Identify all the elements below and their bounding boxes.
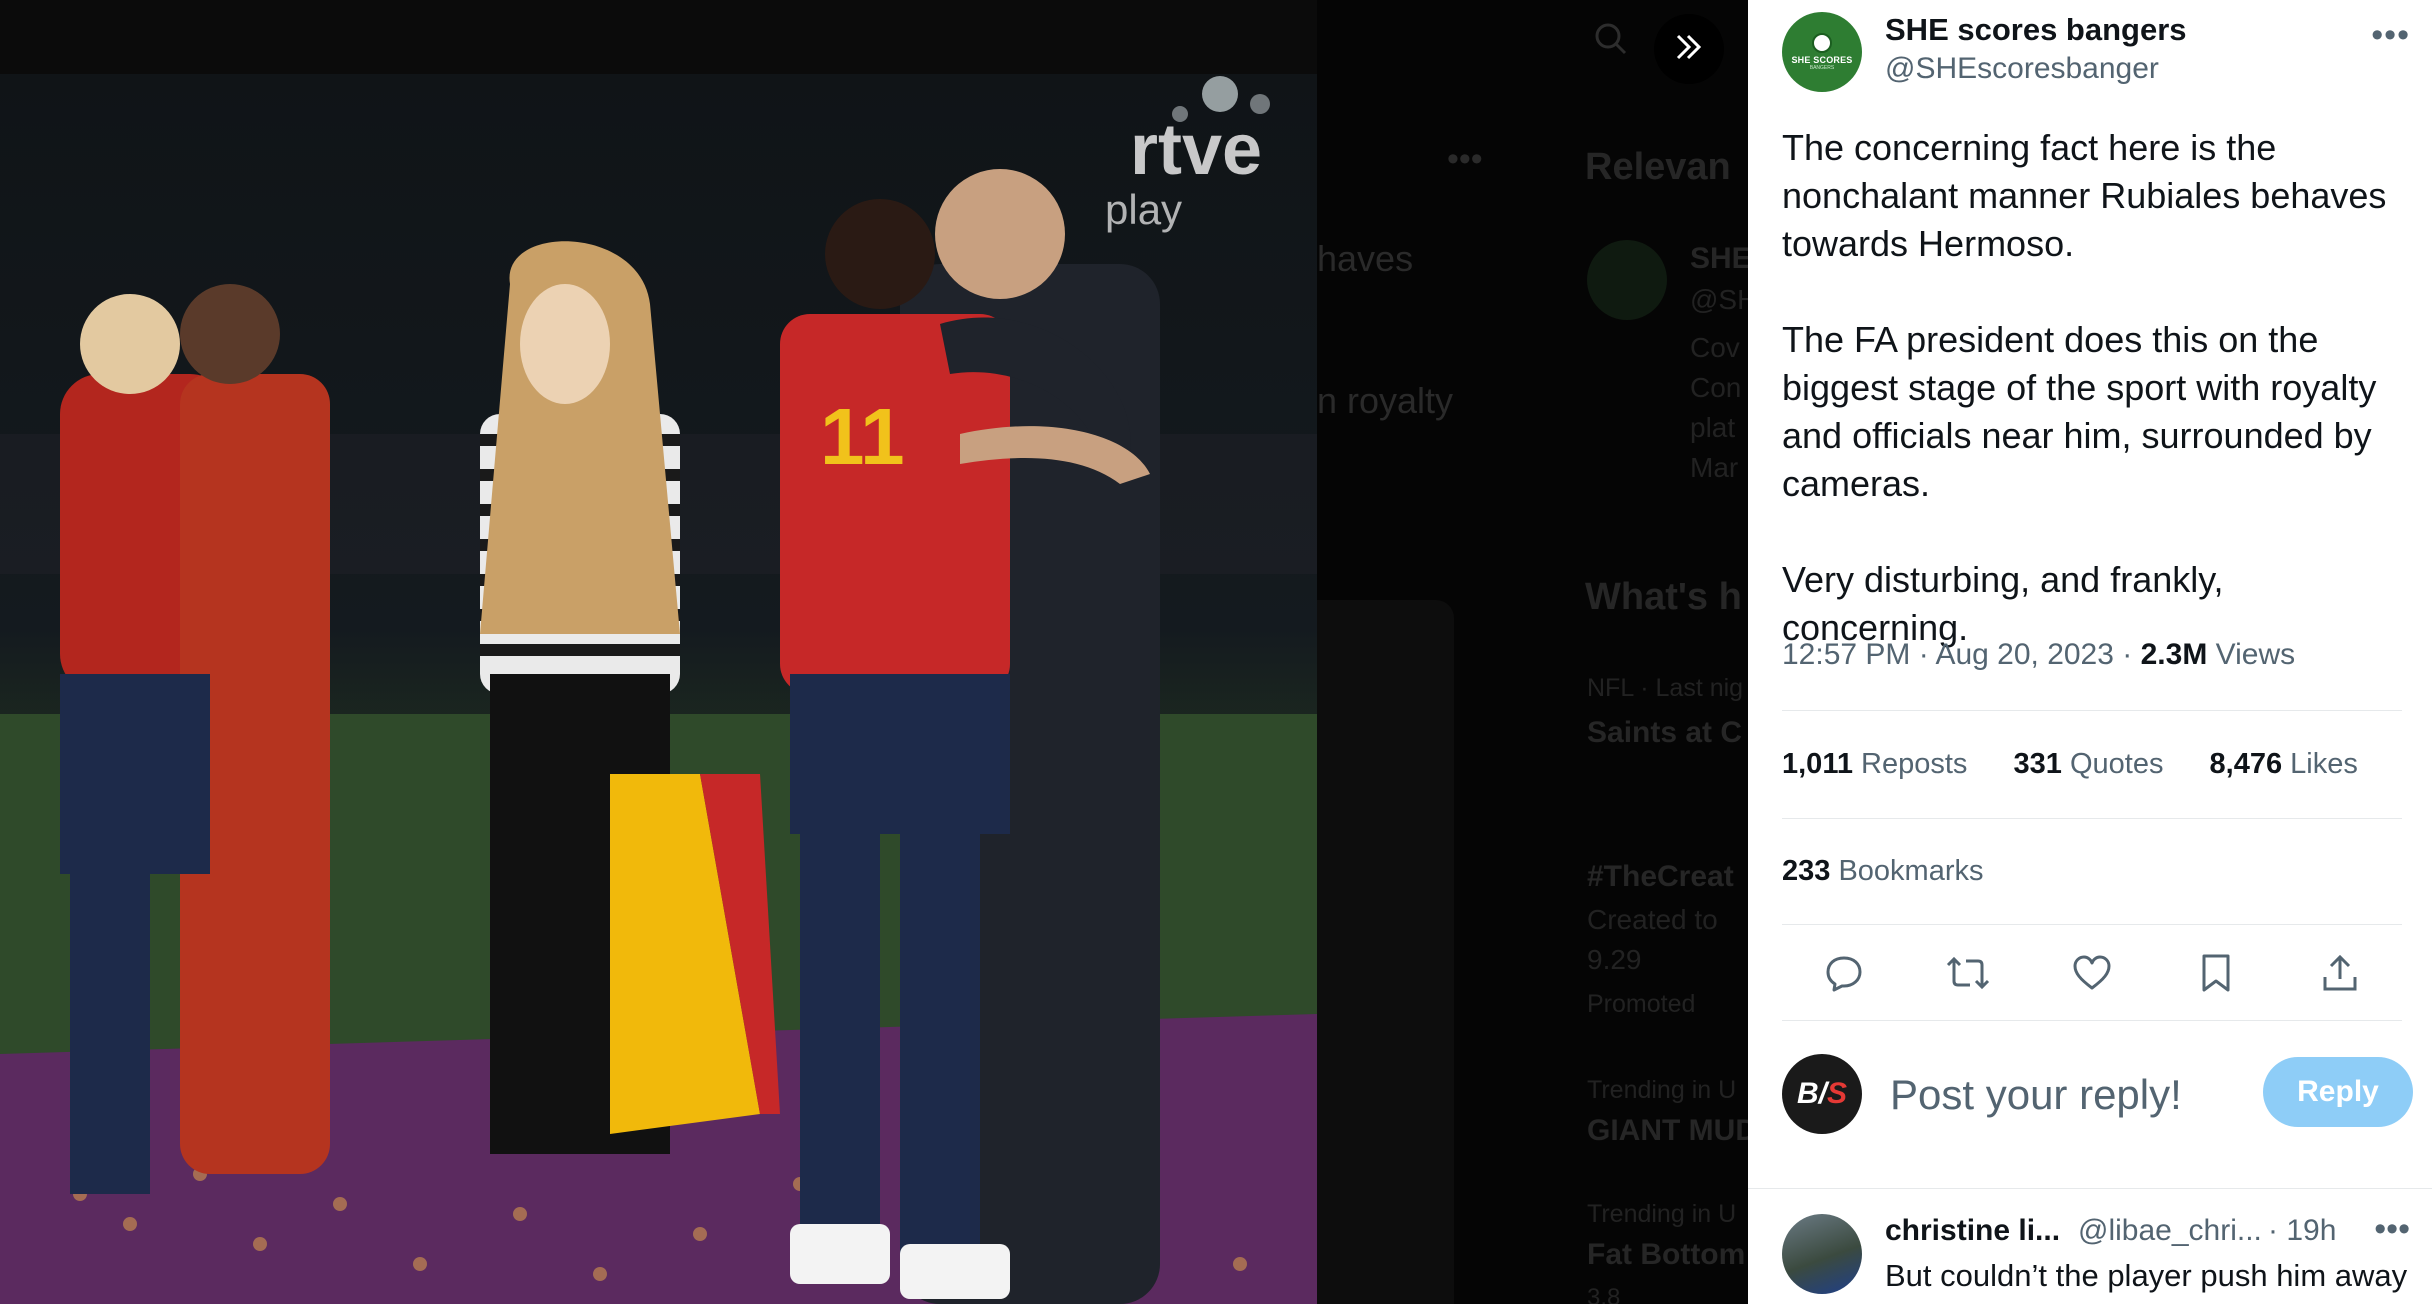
avatar-slash: /	[1818, 1077, 1827, 1110]
bookmark-icon[interactable]	[2188, 945, 2244, 1001]
tweet-photo[interactable]: 11 rtve play	[0, 74, 1317, 1304]
dimmed-background: haves n royalty •••	[1317, 0, 1748, 1304]
separator: ·	[2122, 638, 2141, 671]
repost-icon[interactable]	[1940, 945, 1996, 1001]
avatar[interactable]	[1782, 1214, 1862, 1294]
expand-icon	[1672, 30, 1706, 69]
ghost-avatar	[1587, 240, 1667, 320]
ghost-trend-meta: Created to	[1587, 904, 1718, 935]
quotes-count: 331	[2013, 748, 2062, 780]
separator: ·	[1918, 638, 1936, 671]
media-viewer: 11 rtve play haves n royalty ••• Relevan…	[0, 0, 1748, 1304]
reply-input[interactable]	[1888, 1066, 2232, 1124]
more-icon[interactable]: •••	[2371, 16, 2410, 55]
ghost-line: Con	[1690, 372, 1742, 403]
current-user-avatar[interactable]: B / S	[1782, 1054, 1862, 1134]
ghost-text: n royalty	[1317, 380, 1454, 421]
reposts-count: 1,011	[1782, 748, 1853, 780]
quotes-stat[interactable]: 331 Quotes	[2014, 748, 2164, 780]
avatar-text: SHE SCORES	[1791, 55, 1853, 65]
likes-count: 8,476	[2209, 748, 2283, 780]
ghost-trend-meta: 3.8	[1587, 1284, 1621, 1304]
divider	[1782, 924, 2402, 925]
ghost-more-icon: •••	[1447, 140, 1483, 178]
likes-stat[interactable]: 8,476 Likes	[2210, 748, 2358, 780]
bookmarks-label: Bookmarks	[1838, 855, 1984, 887]
ghost-text: haves	[1317, 238, 1414, 279]
search-icon	[1594, 22, 1628, 61]
ghost-handle: @SH	[1690, 284, 1748, 315]
action-bar	[1782, 945, 2402, 1001]
soccer-ball-icon	[1812, 33, 1832, 53]
ghost-trend-meta: Trending in U	[1587, 1200, 1737, 1228]
views-label: Views	[2215, 638, 2296, 671]
tweet-text: The concerning fact here is the nonchala…	[1782, 124, 2412, 652]
views-count: 2.3M	[2140, 638, 2208, 671]
reply-author-handle[interactable]: @libae_chri...	[2078, 1214, 2262, 1248]
ghost-name: SHE	[1690, 242, 1748, 275]
likes-label: Likes	[2290, 748, 2358, 780]
avatar-letter: S	[1827, 1077, 1848, 1110]
bookmarks-stat: 233 Bookmarks	[1782, 855, 1984, 888]
tweet-time[interactable]: 12:57 PM	[1782, 638, 1910, 671]
tweet-paragraph: The concerning fact here is the nonchala…	[1782, 127, 2387, 264]
reposts-label: Reposts	[1861, 748, 1968, 780]
photo-illustration: 11 rtve play	[0, 76, 1317, 1304]
watermark-sub: play	[1105, 186, 1182, 233]
divider	[1782, 818, 2402, 819]
author-name[interactable]: SHE scores bangers	[1885, 12, 2187, 48]
reply-icon[interactable]	[1816, 945, 1872, 1001]
like-icon[interactable]	[2064, 945, 2120, 1001]
tweet-date[interactable]: Aug 20, 2023	[1935, 638, 2114, 671]
tweet-meta: 12:57 PM · Aug 20, 2023 · 2.3M Views	[1782, 638, 2295, 672]
bookmarks-count: 233	[1782, 855, 1831, 887]
divider	[1748, 1188, 2432, 1189]
reply-item[interactable]: christine li... @libae_chri... · 19h •••…	[1748, 1190, 2432, 1304]
more-icon[interactable]: •••	[2374, 1210, 2410, 1249]
ghost-trend-meta: NFL · Last nig	[1587, 674, 1744, 702]
ghost-promoted: Promoted	[1587, 990, 1696, 1018]
quotes-label: Quotes	[2069, 748, 2164, 780]
divider	[1782, 1020, 2402, 1021]
ghost-trend-title: GIANT MUD	[1587, 1114, 1748, 1147]
engagement-stats: 1,011 Reposts 331 Quotes 8,476 Likes	[1782, 748, 2396, 781]
ghost-media-card	[1317, 600, 1454, 1304]
ghost-trend-title: Saints at C	[1587, 716, 1743, 749]
expand-panel-button[interactable]	[1654, 14, 1724, 84]
tweet-detail-panel: SHE SCORES BANGERS SHE scores bangers @S…	[1748, 0, 2432, 1304]
reposts-stat[interactable]: 1,011 Reposts	[1782, 748, 1967, 780]
ghost-line: Cov	[1690, 332, 1740, 363]
divider	[1782, 710, 2402, 711]
ghost-trend-title: Fat Bottom	[1587, 1238, 1746, 1271]
author-avatar[interactable]: SHE SCORES BANGERS	[1782, 12, 1862, 92]
ghost-line: plat	[1690, 412, 1736, 443]
reply-time[interactable]: · 19h	[2268, 1214, 2336, 1248]
watermark-main: rtve	[1130, 110, 1262, 190]
jersey-number: 11	[820, 392, 905, 481]
reply-button[interactable]: Reply	[2263, 1057, 2413, 1127]
avatar-subtext: BANGERS	[1809, 65, 1835, 71]
reply-text: But couldn’t the player push him away	[1885, 1258, 2408, 1293]
ghost-trend-title: #TheCreat	[1587, 860, 1734, 893]
ghost-trend-meta: 9.29	[1587, 944, 1642, 975]
ghost-line: Mar	[1690, 452, 1739, 483]
ghost-relevant-header: Relevan	[1585, 146, 1731, 188]
reply-author-name[interactable]: christine li...	[1885, 1214, 2060, 1248]
avatar-letter: B	[1796, 1077, 1819, 1110]
ghost-trend-meta: Trending in U	[1587, 1076, 1737, 1104]
ghost-whats-header: What's h	[1585, 576, 1742, 618]
author-handle[interactable]: @SHEscoresbanger	[1885, 52, 2159, 86]
tweet-paragraph: The FA president does this on the bigges…	[1782, 319, 2377, 504]
share-icon[interactable]	[2312, 945, 2368, 1001]
